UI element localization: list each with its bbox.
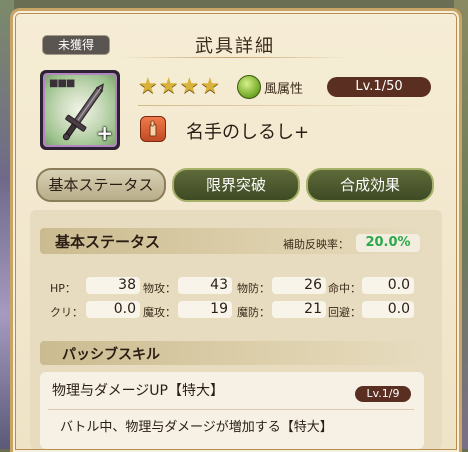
- stat-value-mag-def: 21: [272, 301, 326, 318]
- passive-skill-description: バトル中、物理与ダメージが増加する【特大】: [60, 420, 333, 435]
- stat-label-phys-def: 物防：: [237, 282, 270, 295]
- stat-value-phys-def: 26: [272, 277, 326, 294]
- passive-skill-name: 物理与ダメージUP【特大】: [52, 383, 224, 399]
- title-divider: [118, 57, 348, 58]
- reflect-ratio-label: 補助反映率：: [283, 238, 349, 251]
- stat-value-accuracy: 0.0: [362, 277, 414, 294]
- wind-attribute-icon: [237, 75, 261, 99]
- stat-label-mag-def: 魔防：: [237, 306, 270, 319]
- plus-icon: +: [96, 121, 113, 145]
- stat-value-mag-atk: 19: [178, 301, 232, 318]
- weapon-skill-name[interactable]: 名手のしるし+: [186, 118, 309, 144]
- tab-basic-status[interactable]: 基本ステータス: [36, 168, 166, 202]
- stat-label-accuracy: 命中：: [328, 282, 361, 295]
- stat-value-evasion: 0.0: [362, 301, 414, 318]
- passive-divider: [48, 409, 414, 410]
- unowned-badge: 未獲得: [42, 35, 110, 55]
- passive-skill-level: Lv.1/9: [355, 386, 411, 402]
- weapon-level-badge: Lv.1/50: [327, 77, 431, 97]
- info-divider: [138, 105, 434, 106]
- stat-value-crit: 0.0: [86, 301, 140, 318]
- hand-icon: [149, 120, 157, 137]
- stat-label-hp: HP：: [50, 282, 76, 295]
- stat-label-evasion: 回避：: [328, 306, 361, 319]
- page-title: 武具詳細: [195, 36, 275, 57]
- attribute-label: 風属性: [264, 82, 304, 97]
- passive-skill-title: パッシブスキル: [62, 347, 160, 363]
- tab-synthesis-effect[interactable]: 合成効果: [306, 168, 434, 202]
- stat-value-phys-atk: 43: [178, 277, 232, 294]
- tab-limit-break[interactable]: 限界突破: [172, 168, 300, 202]
- rarity-stars: ★★★★: [138, 74, 221, 99]
- stat-label-phys-atk: 物攻：: [143, 282, 176, 295]
- weapon-image: ■■■ +: [43, 73, 117, 147]
- reflect-ratio-value: 20.0%: [356, 234, 420, 252]
- basic-stats-title: 基本ステータス: [55, 233, 161, 251]
- stat-value-hp: 38: [86, 277, 140, 294]
- stat-label-crit: クリ：: [50, 306, 83, 319]
- weapon-thumbnail[interactable]: ■■■ +: [40, 70, 120, 150]
- skill-icon: [140, 116, 166, 142]
- stat-label-mag-atk: 魔攻：: [143, 306, 176, 319]
